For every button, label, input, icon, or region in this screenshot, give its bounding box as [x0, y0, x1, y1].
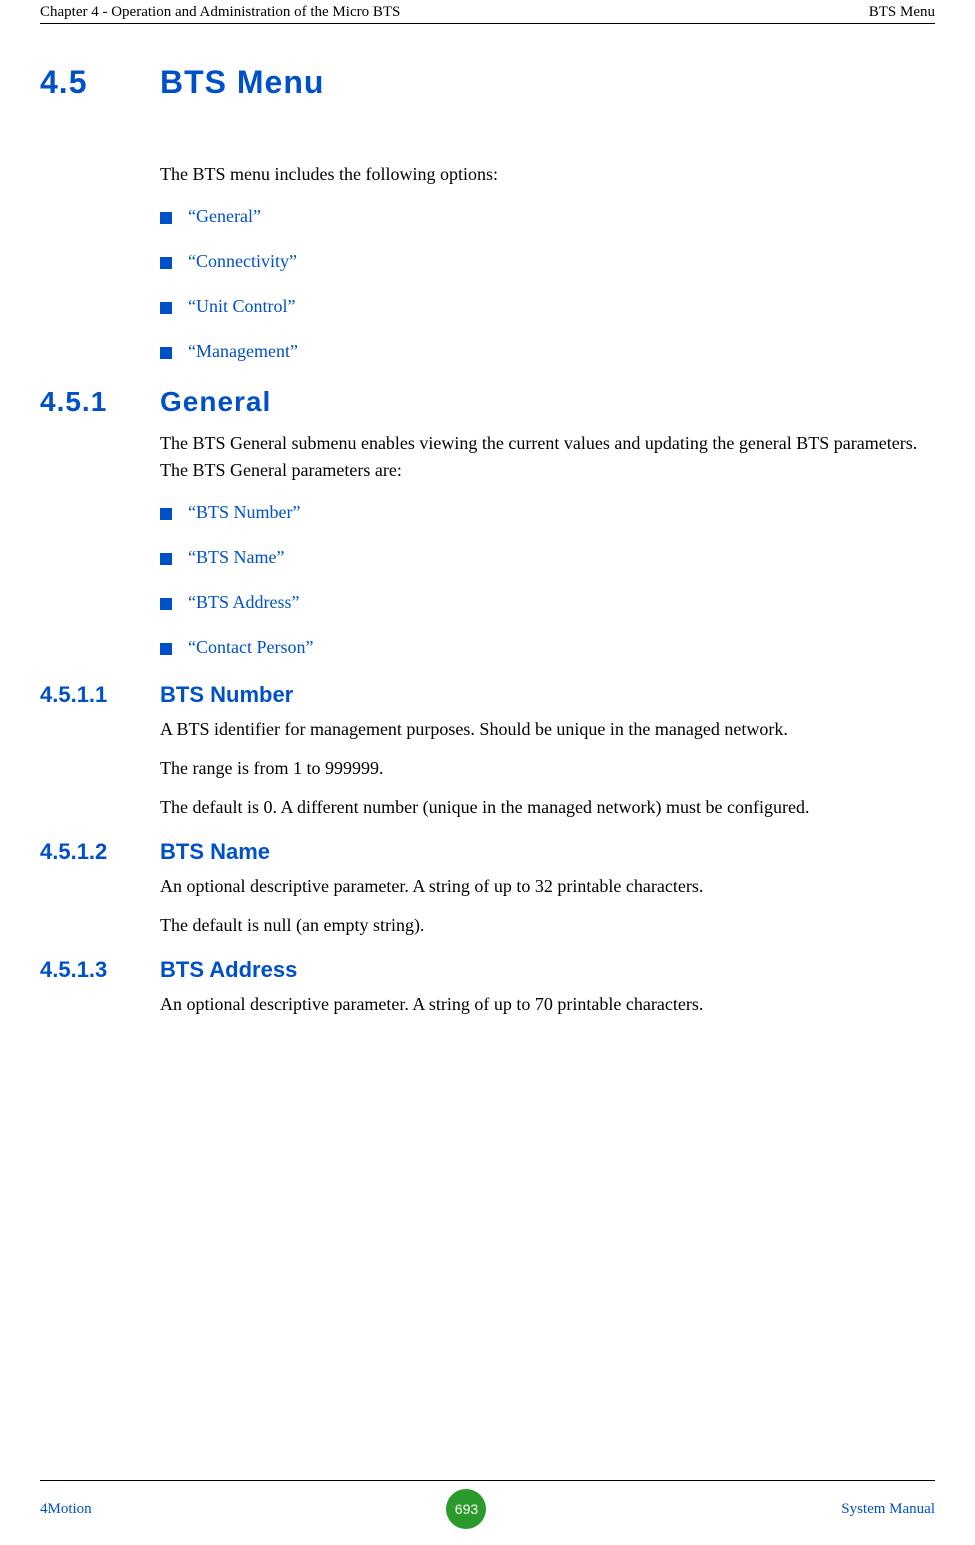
link-bts-name[interactable]: “BTS Name”	[188, 547, 284, 568]
page-number-badge: 693	[446, 1489, 486, 1529]
list-item: “BTS Name”	[160, 547, 935, 568]
section-title: BTS Name	[160, 839, 270, 865]
section-number: 4.5.1.3	[40, 957, 160, 983]
list-item: “Connectivity”	[160, 251, 935, 272]
link-management[interactable]: “Management”	[188, 341, 298, 362]
link-unit-control[interactable]: “Unit Control”	[188, 296, 295, 317]
section-title: BTS Menu	[160, 64, 324, 101]
footer-right: System Manual	[841, 1501, 935, 1518]
section-4-5-1-list: “BTS Number” “BTS Name” “BTS Address” “C…	[160, 502, 935, 658]
section-number: 4.5.1.1	[40, 682, 160, 708]
list-item: “Contact Person”	[160, 637, 935, 658]
section-4-5-1-1: 4.5.1.1 BTS Number	[40, 682, 935, 708]
paragraph: The range is from 1 to 999999.	[160, 755, 935, 782]
list-item: “BTS Address”	[160, 592, 935, 613]
page-footer: 4Motion 693 System Manual	[40, 1480, 935, 1529]
section-4-5-1-3: 4.5.1.3 BTS Address	[40, 957, 935, 983]
link-general[interactable]: “General”	[188, 206, 261, 227]
square-bullet-icon	[160, 598, 172, 610]
page-header: Chapter 4 - Operation and Administration…	[40, 0, 935, 24]
square-bullet-icon	[160, 643, 172, 655]
section-number: 4.5.1.2	[40, 839, 160, 865]
link-bts-address[interactable]: “BTS Address”	[188, 592, 300, 613]
section-number: 4.5.1	[40, 386, 160, 418]
square-bullet-icon	[160, 553, 172, 565]
square-bullet-icon	[160, 302, 172, 314]
paragraph: The default is 0. A different number (un…	[160, 794, 935, 821]
link-connectivity[interactable]: “Connectivity”	[188, 251, 297, 272]
section-title: BTS Address	[160, 957, 297, 983]
section-4-5-1: 4.5.1 General	[40, 386, 935, 418]
paragraph: A BTS identifier for management purposes…	[160, 716, 935, 743]
paragraph: An optional descriptive parameter. A str…	[160, 873, 935, 900]
section-4-5-intro: The BTS menu includes the following opti…	[160, 161, 935, 188]
section-4-5: 4.5 BTS Menu	[40, 64, 935, 101]
section-number: 4.5	[40, 64, 160, 101]
link-contact-person[interactable]: “Contact Person”	[188, 637, 313, 658]
section-4-5-list: “General” “Connectivity” “Unit Control” …	[160, 206, 935, 362]
header-left: Chapter 4 - Operation and Administration…	[40, 4, 400, 21]
square-bullet-icon	[160, 508, 172, 520]
section-title: BTS Number	[160, 682, 293, 708]
section-title: General	[160, 386, 271, 418]
section-4-5-1-2: 4.5.1.2 BTS Name	[40, 839, 935, 865]
list-item: “BTS Number”	[160, 502, 935, 523]
list-item: “Management”	[160, 341, 935, 362]
square-bullet-icon	[160, 347, 172, 359]
footer-left: 4Motion	[40, 1501, 92, 1518]
square-bullet-icon	[160, 212, 172, 224]
header-right: BTS Menu	[869, 4, 935, 21]
square-bullet-icon	[160, 257, 172, 269]
paragraph: The default is null (an empty string).	[160, 912, 935, 939]
list-item: “General”	[160, 206, 935, 227]
section-4-5-1-intro: The BTS General submenu enables viewing …	[160, 430, 935, 484]
paragraph: An optional descriptive parameter. A str…	[160, 991, 935, 1018]
list-item: “Unit Control”	[160, 296, 935, 317]
link-bts-number[interactable]: “BTS Number”	[188, 502, 300, 523]
